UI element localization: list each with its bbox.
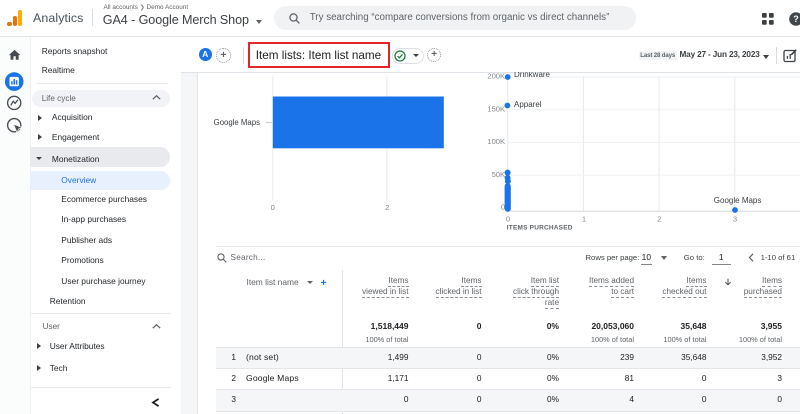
svg-text:2: 2: [657, 215, 661, 224]
svg-text:50K: 50K: [492, 170, 506, 179]
svg-text:200K: 200K: [487, 72, 505, 81]
svg-text:Drinkware: Drinkware: [514, 72, 551, 79]
svg-text:150K: 150K: [487, 104, 505, 113]
svg-text:0: 0: [506, 215, 510, 224]
svg-text:0: 0: [271, 203, 275, 212]
svg-text:Google Maps: Google Maps: [714, 196, 762, 205]
svg-text:1: 1: [582, 215, 586, 224]
svg-text:3: 3: [733, 215, 737, 224]
svg-text:100K: 100K: [487, 137, 505, 146]
svg-text:Apparel: Apparel: [514, 100, 542, 109]
svg-text:ITEMS PURCHASED: ITEMS PURCHASED: [507, 224, 573, 231]
svg-text:?: ?: [793, 14, 799, 24]
svg-text:Google Maps: Google Maps: [214, 118, 260, 127]
svg-text:0: 0: [501, 203, 505, 212]
svg-text:2: 2: [385, 203, 389, 212]
